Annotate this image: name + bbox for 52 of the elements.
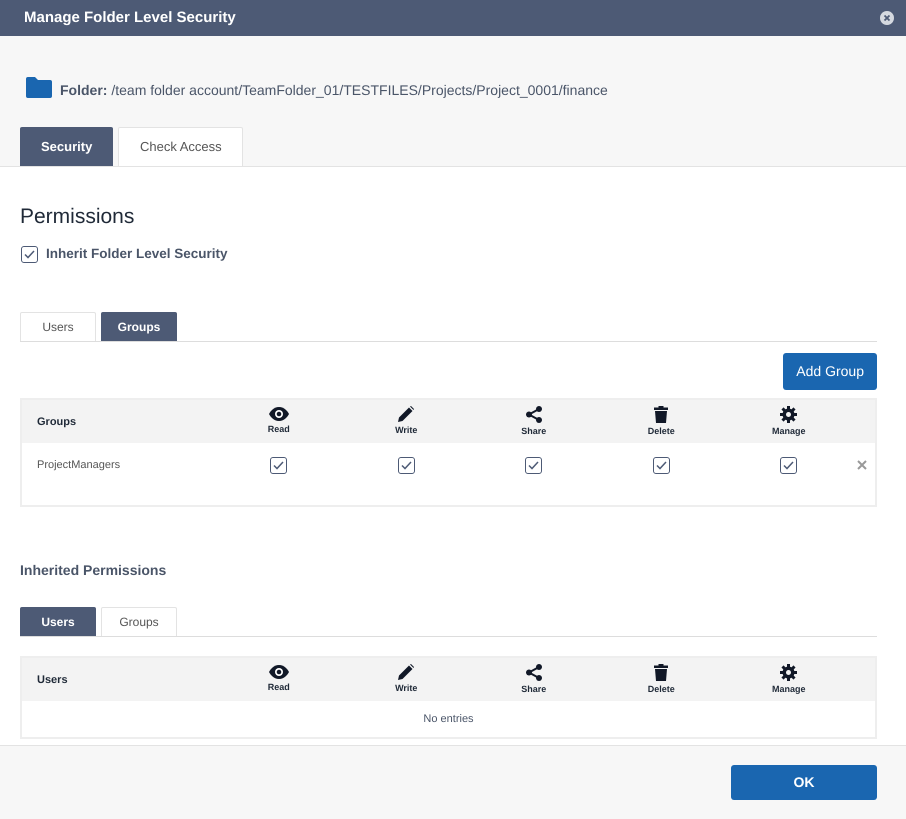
eye-icon bbox=[268, 407, 289, 421]
checkbox[interactable] bbox=[652, 456, 670, 474]
column-header: Write bbox=[395, 424, 418, 437]
group-name: ProjectManagers bbox=[36, 458, 122, 473]
section-heading: Inherited Permissions bbox=[20, 561, 168, 580]
gear-icon bbox=[780, 664, 798, 680]
trash-icon bbox=[654, 406, 668, 422]
column-header: Delete bbox=[648, 682, 675, 696]
folder-path: Folder: /team folder account/TeamFolder_01/TESTFILES/Projects/Project_0001/finance bbox=[60, 81, 608, 100]
column-header: Delete bbox=[648, 424, 675, 438]
checkbox[interactable] bbox=[780, 456, 798, 474]
window-title: Manage Folder Level Security bbox=[24, 8, 236, 28]
ok-button[interactable]: OK bbox=[731, 765, 877, 800]
column-header: Groups bbox=[36, 414, 78, 430]
section-heading: Permissions bbox=[20, 204, 136, 230]
column-header: Share bbox=[521, 424, 546, 438]
checkbox[interactable] bbox=[21, 246, 38, 263]
column-header: Write bbox=[395, 682, 418, 695]
remove-icon[interactable] bbox=[856, 460, 866, 470]
pencil-icon bbox=[398, 664, 414, 680]
column-header: Read bbox=[268, 681, 290, 694]
tab[interactable]: Users bbox=[20, 312, 96, 342]
close-icon[interactable] bbox=[880, 11, 894, 25]
checkbox[interactable] bbox=[525, 456, 542, 474]
tab[interactable]: Check Access bbox=[118, 127, 244, 166]
add-group-button[interactable]: Add Group bbox=[783, 353, 877, 390]
folder-icon bbox=[26, 77, 52, 98]
column-header: Read bbox=[268, 423, 290, 436]
checkmark-icon bbox=[783, 460, 794, 470]
checkbox[interactable] bbox=[270, 456, 288, 474]
column-header: Users bbox=[36, 672, 69, 688]
tab[interactable]: Groups bbox=[101, 312, 177, 342]
tab[interactable]: Security bbox=[20, 127, 114, 166]
empty-message: No entries bbox=[423, 713, 474, 726]
pencil-icon bbox=[398, 406, 414, 422]
share-icon bbox=[526, 664, 542, 680]
gear-icon bbox=[780, 406, 798, 422]
checkmark-icon bbox=[400, 460, 412, 470]
checkmark-icon bbox=[528, 460, 540, 470]
checkmark-icon bbox=[273, 460, 284, 470]
eye-icon bbox=[268, 665, 289, 679]
share-icon bbox=[526, 406, 542, 422]
checkmark-icon bbox=[656, 460, 667, 470]
column-header: Manage bbox=[772, 682, 806, 696]
column-header: Share bbox=[521, 682, 546, 696]
trash-icon bbox=[654, 664, 668, 680]
column-header: Manage bbox=[772, 424, 806, 438]
checkbox[interactable] bbox=[398, 456, 415, 474]
checkmark-icon bbox=[24, 250, 35, 259]
tab[interactable]: Groups bbox=[101, 607, 177, 636]
tab[interactable]: Users bbox=[20, 607, 96, 636]
checkbox-label: Inherit Folder Level Security bbox=[46, 245, 228, 263]
